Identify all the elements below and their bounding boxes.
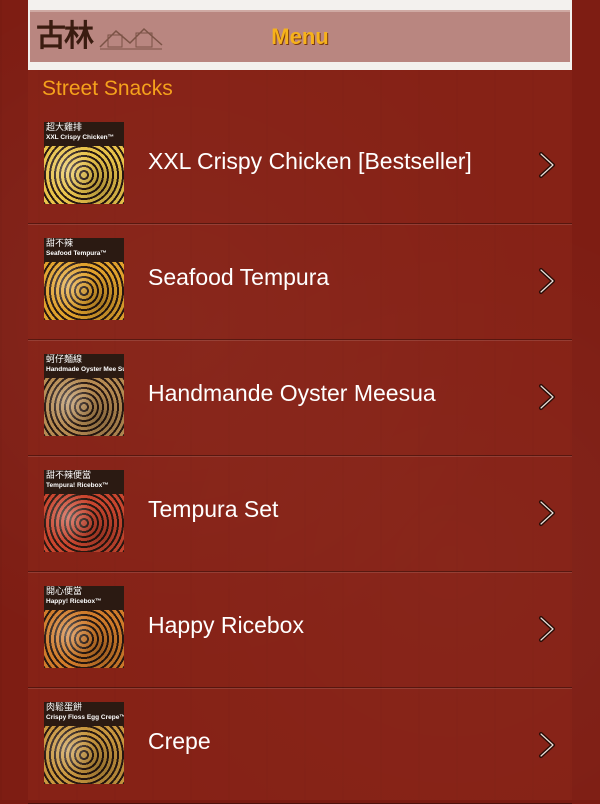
chevron-right-icon: [539, 152, 555, 178]
menu-item-thumbnail: 甜不辣便當 Tempura! Ricebox™: [44, 470, 124, 552]
menu-item[interactable]: 甜不辣便當 Tempura! Ricebox™ Tempura Set: [28, 456, 572, 572]
menu-item-thumbnail: 肉鬆蛋餅 Crispy Floss Egg Crepe™: [44, 702, 124, 784]
menu-item-thumbnail: 甜不辣 Seafood Tempura™: [44, 238, 124, 320]
menu-list: 超大雞排 XXL Crispy Chicken™ XXL Crispy Chic…: [28, 108, 572, 804]
food-photo: [44, 726, 124, 784]
thumbnail-caption-zh: 肉鬆蛋餅: [46, 703, 83, 713]
menu-item-thumbnail: 開心便當 Happy! Ricebox™: [44, 586, 124, 668]
menu-item-label: Tempura Set: [148, 496, 279, 522]
menu-item[interactable]: 開心便當 Happy! Ricebox™ Happy Ricebox: [28, 572, 572, 688]
menu-item-thumbnail: 超大雞排 XXL Crispy Chicken™: [44, 122, 124, 204]
page-title: Menu: [271, 24, 329, 49]
thumbnail-caption-zh: 超大雞排: [46, 123, 83, 133]
chevron-right-icon: [539, 500, 555, 526]
thumbnail-caption-en: Tempura! Ricebox™: [46, 482, 109, 489]
chevron-right-icon: [539, 268, 555, 294]
thumbnail-caption-zh: 甜不辣便當: [46, 471, 92, 481]
thumbnail-caption-en: Happy! Ricebox™: [46, 598, 102, 605]
thumbnail-caption-zh: 蚵仔麵線: [46, 355, 83, 365]
chevron-right-icon: [539, 616, 555, 642]
thumbnail-caption-en: XXL Crispy Chicken™: [46, 134, 115, 141]
menu-item-label: Seafood Tempura: [148, 264, 330, 290]
header-bar: 古林 Menu: [30, 10, 570, 62]
thumbnail-caption-en: Crispy Floss Egg Crepe™: [46, 714, 124, 721]
food-photo: [44, 262, 124, 320]
chevron-right-icon: [539, 384, 555, 410]
menu-item[interactable]: 超大雞排 XXL Crispy Chicken™ XXL Crispy Chic…: [28, 108, 572, 224]
section-title: Street Snacks: [42, 77, 173, 100]
menu-item-label: Crepe: [148, 728, 211, 754]
food-photo: [44, 378, 124, 436]
thumbnail-caption-en: Seafood Tempura™: [46, 250, 107, 257]
thumbnail-caption-zh: 甜不辣: [46, 239, 74, 249]
food-photo: [44, 146, 124, 204]
food-photo: [44, 494, 124, 552]
food-photo: [44, 610, 124, 668]
chevron-right-icon: [539, 732, 555, 758]
app-header: 古林 Menu: [28, 0, 572, 70]
menu-item[interactable]: 甜不辣 Seafood Tempura™ Seafood Tempura: [28, 224, 572, 340]
menu-item[interactable]: 肉鬆蛋餅 Crispy Floss Egg Crepe™ Crepe: [28, 688, 572, 804]
menu-item-thumbnail: 蚵仔麵線 Handmade Oyster Mee Sua™: [44, 354, 124, 436]
menu-item-label: XXL Crispy Chicken [Bestseller]: [148, 148, 472, 174]
menu-item[interactable]: 蚵仔麵線 Handmade Oyster Mee Sua™ Handmande …: [28, 340, 572, 456]
menu-item-label: Handmande Oyster Meesua: [148, 380, 436, 406]
thumbnail-caption-zh: 開心便當: [46, 587, 83, 597]
thumbnail-caption-en: Handmade Oyster Mee Sua™: [46, 366, 124, 373]
menu-item-label: Happy Ricebox: [148, 612, 304, 638]
